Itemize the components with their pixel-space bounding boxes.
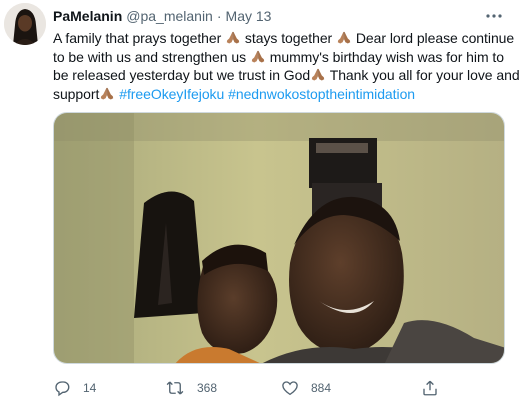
tweet-date[interactable]: May 13 bbox=[226, 8, 272, 24]
share-button[interactable] bbox=[421, 378, 439, 398]
share-icon bbox=[423, 380, 437, 396]
tweet-text: A family that prays together stays toget… bbox=[53, 29, 519, 104]
like-icon bbox=[282, 381, 298, 396]
folded-hands-emoji bbox=[226, 31, 240, 44]
separator: · bbox=[216, 8, 222, 24]
tweet-card[interactable]: PaMelanin @pa_melanin · May 13 A family … bbox=[0, 0, 519, 412]
reply-icon bbox=[55, 381, 70, 397]
text-segment: to be with us and strengthen us bbox=[53, 48, 250, 65]
tweet-text-line: A family that prays together stays toget… bbox=[53, 29, 514, 48]
reply-button[interactable]: 14 bbox=[53, 378, 96, 398]
folded-hands-emoji bbox=[100, 87, 114, 100]
tweet-actions: 14 368 884 bbox=[53, 378, 505, 398]
text-segment: Dear lord please continue bbox=[352, 30, 515, 46]
folded-hands-emoji bbox=[251, 50, 265, 63]
tweet-text-line: to be with us and strengthen us mummy's … bbox=[53, 48, 505, 67]
reply-count: 14 bbox=[83, 381, 97, 395]
tweet-text-line: support #freeOkeyIfejoku #nednwokostopth… bbox=[53, 85, 505, 104]
hashtag-link[interactable]: #nednwokostoptheintimidation bbox=[228, 86, 415, 102]
folded-hands-emoji bbox=[337, 31, 351, 44]
avatar[interactable] bbox=[4, 3, 46, 45]
text-segment: Thank you all for your love and bbox=[326, 67, 519, 83]
text-segment: support bbox=[53, 85, 100, 102]
tweet-text-line: be released yesterday but we trust in Go… bbox=[53, 66, 519, 85]
tweet-photo[interactable] bbox=[53, 112, 505, 364]
retweet-count: 368 bbox=[197, 381, 218, 395]
tweet-header: PaMelanin @pa_melanin · May 13 bbox=[53, 8, 271, 28]
author-name[interactable]: PaMelanin bbox=[53, 8, 122, 24]
more-icon[interactable] bbox=[483, 8, 505, 24]
retweet-button[interactable]: 368 bbox=[165, 378, 217, 398]
like-button[interactable]: 884 bbox=[281, 378, 331, 398]
text-segment: A family that prays together bbox=[53, 30, 226, 46]
retweet-icon bbox=[166, 381, 184, 395]
author-handle[interactable]: @pa_melanin bbox=[126, 8, 213, 24]
like-count: 884 bbox=[311, 381, 332, 395]
text-segment: mummy's birthday wish was for him to bbox=[265, 48, 504, 65]
text-segment: stays together bbox=[241, 30, 337, 46]
hashtag-link[interactable]: #freeOkeyIfejoku bbox=[119, 86, 224, 102]
folded-hands-emoji bbox=[311, 68, 325, 81]
text-segment: be released yesterday but we trust in Go… bbox=[53, 67, 311, 83]
